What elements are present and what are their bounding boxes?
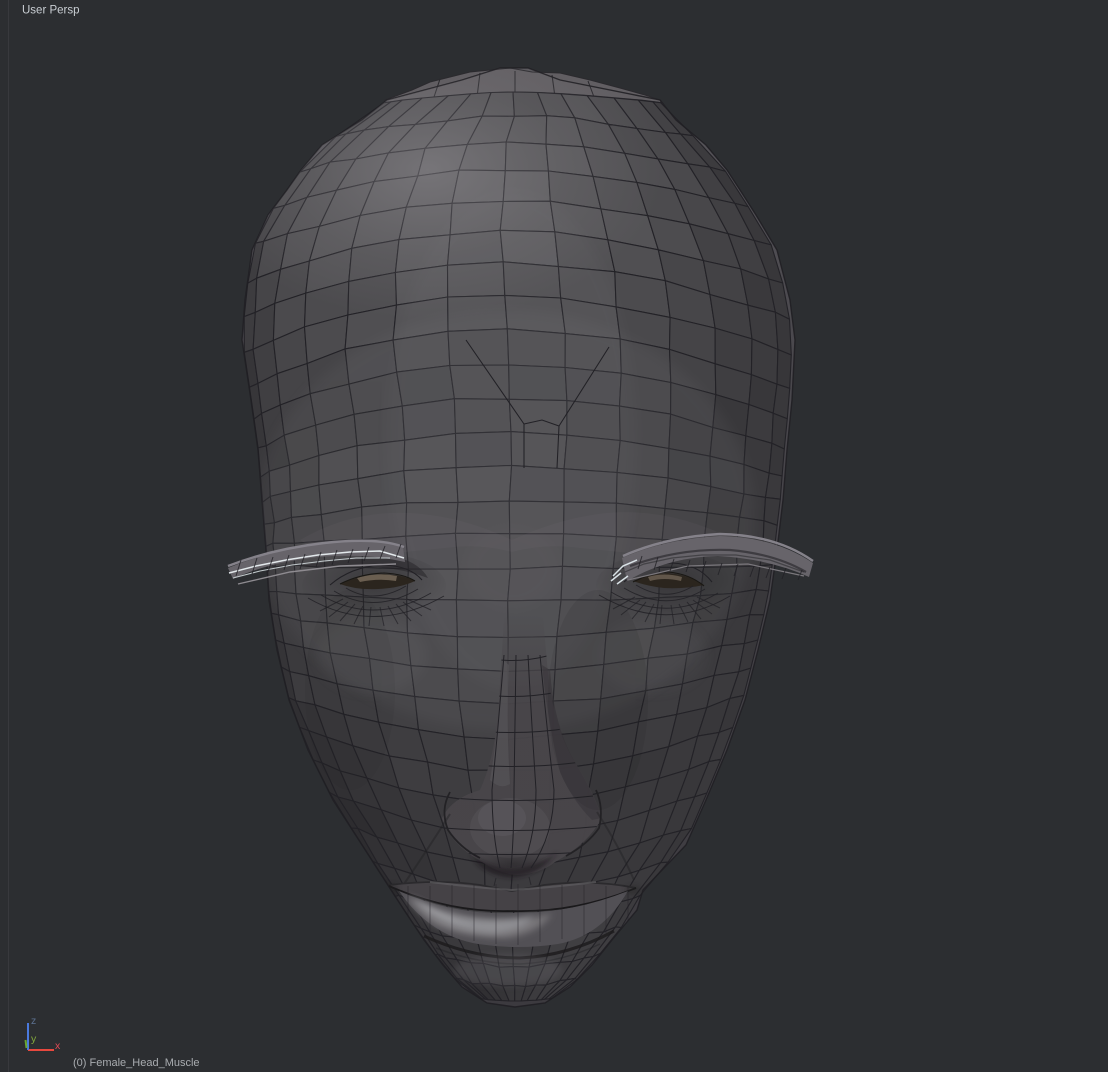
svg-text:User Persp: User Persp (22, 5, 80, 17)
svg-text:y: y (31, 1033, 37, 1045)
svg-text:(0) Female_Head_Muscle: (0) Female_Head_Muscle (73, 1057, 200, 1069)
svg-text:x: x (55, 1040, 61, 1052)
svg-text:z: z (31, 1015, 36, 1027)
